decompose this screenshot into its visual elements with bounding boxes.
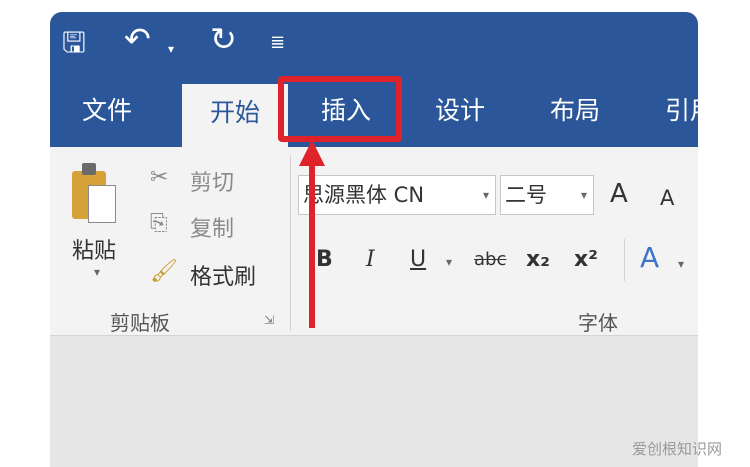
grow-font-button[interactable]: A [610, 179, 628, 209]
tab-design[interactable]: 设计 [420, 87, 500, 135]
watermark: 爱创根知识网 [631, 440, 722, 458]
ribbon-home: 粘贴 ▾ ✂ 剪切 ⎘ 复制 🖌 格式刷 剪贴板 ⇲ 思源黑体 CN ▾ 二号 … [50, 147, 698, 336]
font-name-select[interactable]: 思源黑体 CN ▾ [298, 175, 496, 215]
quick-access-toolbar: 🖫 ↶ ▾ ↻ ≣ [50, 12, 698, 74]
tab-home[interactable]: 开始 [182, 84, 288, 147]
copy-icon[interactable]: ⎘ [150, 211, 168, 236]
paste-label[interactable]: 粘贴 [72, 233, 116, 265]
copy-label[interactable]: 复制 [190, 211, 234, 243]
chevron-down-icon: ▾ [482, 188, 489, 202]
clipboard-launcher-icon[interactable]: ⇲ [264, 313, 274, 327]
cut-label[interactable]: 剪切 [190, 165, 234, 197]
separator [624, 239, 625, 281]
underline-dropdown-icon[interactable]: ▾ [446, 247, 452, 277]
text-effects-dropdown-icon[interactable]: ▾ [678, 249, 684, 279]
strikethrough-button[interactable]: abc [474, 245, 506, 275]
format-painter-label[interactable]: 格式刷 [190, 259, 256, 291]
superscript-button[interactable]: x² [574, 245, 598, 275]
group-separator [290, 155, 291, 331]
tab-file[interactable]: 文件 [68, 87, 146, 135]
redo-icon[interactable]: ↻ [210, 23, 237, 55]
font-group-label: 字体 [578, 311, 618, 335]
document-area[interactable] [50, 336, 698, 467]
font-name-value: 思源黑体 CN [303, 183, 425, 207]
cut-icon[interactable]: ✂ [150, 165, 168, 190]
chevron-down-icon: ▾ [580, 188, 587, 202]
word-window: 🖫 ↶ ▾ ↻ ≣ 文件 开始 插入 设计 布局 引用 粘贴 ▾ ✂ 剪切 ⎘ … [50, 12, 698, 467]
paste-dropdown-icon[interactable]: ▾ [94, 265, 100, 279]
bold-button[interactable]: B [316, 245, 333, 275]
clipboard-group-label: 剪贴板 [110, 311, 170, 335]
font-size-select[interactable]: 二号 ▾ [500, 175, 594, 215]
undo-dropdown-icon[interactable]: ▾ [168, 34, 174, 64]
insert-tab-highlight [278, 76, 402, 142]
customize-icon[interactable]: ≣ [270, 28, 285, 58]
font-size-value: 二号 [505, 183, 547, 207]
shrink-font-button[interactable]: A [660, 183, 674, 213]
title-bar: 🖫 ↶ ▾ ↻ ≣ 文件 开始 插入 设计 布局 引用 [50, 12, 698, 147]
tab-layout[interactable]: 布局 [535, 87, 615, 135]
underline-button[interactable]: U [410, 245, 426, 275]
paste-icon[interactable] [72, 163, 116, 223]
italic-button[interactable]: I [366, 245, 375, 275]
text-effects-button[interactable]: A [640, 243, 659, 273]
save-icon[interactable]: 🖫 [62, 28, 86, 58]
subscript-button[interactable]: x₂ [526, 245, 550, 275]
format-painter-icon[interactable]: 🖌 [150, 259, 178, 284]
pointer-arrow-head [299, 140, 325, 166]
tab-references[interactable]: 引用 [650, 87, 698, 135]
pointer-arrow [309, 160, 315, 328]
undo-icon[interactable]: ↶ [124, 23, 151, 55]
